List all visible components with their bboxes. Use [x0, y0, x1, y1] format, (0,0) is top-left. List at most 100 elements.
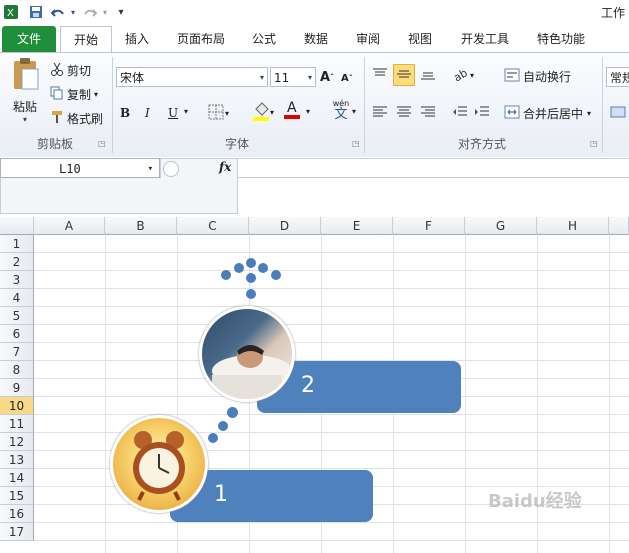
- tab-special[interactable]: 特色功能: [528, 26, 594, 52]
- font-color-dropdown-icon[interactable]: ▾: [306, 107, 310, 116]
- format-painter-button[interactable]: 格式刷: [50, 109, 103, 127]
- column-header[interactable]: C: [177, 217, 249, 235]
- save-icon[interactable]: [28, 3, 44, 21]
- row-header[interactable]: 1: [0, 235, 34, 253]
- underline-dropdown-icon[interactable]: ▾: [184, 107, 188, 116]
- connector-dot[interactable]: [208, 433, 218, 443]
- row-header[interactable]: 4: [0, 289, 34, 307]
- insert-function-icon[interactable]: fx: [219, 160, 231, 174]
- arrow-dot[interactable]: [271, 270, 281, 280]
- tab-data[interactable]: 数据: [294, 26, 338, 52]
- column-header[interactable]: A: [34, 217, 105, 235]
- grow-font-button[interactable]: Aˆ: [320, 67, 338, 87]
- row-header[interactable]: 9: [0, 379, 34, 397]
- redo-dropdown-icon[interactable]: ▾: [100, 3, 110, 21]
- grow-font-icon: A: [320, 69, 331, 85]
- italic-button[interactable]: I: [145, 103, 159, 123]
- row-header[interactable]: 17: [0, 523, 34, 541]
- paste-dropdown-icon: ▾: [22, 115, 27, 124]
- bold-button[interactable]: B: [120, 103, 136, 123]
- orientation-button[interactable]: ab ▾: [451, 65, 476, 85]
- row-header[interactable]: 3: [0, 271, 34, 289]
- phonetic-button[interactable]: wén 文: [328, 99, 354, 125]
- column-header[interactable]: H: [537, 217, 609, 235]
- column-header[interactable]: E: [321, 217, 393, 235]
- column-header[interactable]: [609, 217, 629, 235]
- number-format-select[interactable]: 常规: [606, 67, 629, 87]
- border-button[interactable]: ▾: [208, 103, 232, 123]
- align-right-button[interactable]: [420, 103, 438, 123]
- chevron-down-icon: ▾: [225, 108, 230, 118]
- align-right-icon: [420, 105, 436, 122]
- align-middle-button[interactable]: [393, 64, 415, 86]
- tab-view[interactable]: 视图: [398, 26, 442, 52]
- tab-review[interactable]: 审阅: [346, 26, 390, 52]
- row-header[interactable]: 8: [0, 361, 34, 379]
- column-header[interactable]: G: [465, 217, 537, 235]
- arrow-dot[interactable]: [234, 263, 244, 273]
- row-header[interactable]: 14: [0, 469, 34, 487]
- fill-color-button[interactable]: ▾: [252, 101, 276, 123]
- tab-page-layout[interactable]: 页面布局: [168, 26, 234, 52]
- font-launcher-icon[interactable]: ◳: [352, 139, 360, 148]
- row-header[interactable]: 16: [0, 505, 34, 523]
- accounting-format-button[interactable]: [610, 103, 628, 123]
- sleeping-person-image[interactable]: [199, 306, 295, 402]
- column-header[interactable]: B: [105, 217, 177, 235]
- row-header[interactable]: 12: [0, 433, 34, 451]
- merge-center-button[interactable]: 合并后居中 ▾: [504, 103, 591, 123]
- align-left-button[interactable]: [372, 103, 390, 123]
- redo-icon[interactable]: [82, 3, 98, 21]
- shrink-font-button[interactable]: Aˇ: [341, 69, 359, 87]
- alarm-clock-image[interactable]: [110, 415, 208, 513]
- select-all-corner[interactable]: [0, 217, 34, 235]
- arrow-dot[interactable]: [221, 270, 231, 280]
- column-header[interactable]: F: [393, 217, 465, 235]
- tab-insert[interactable]: 插入: [114, 26, 160, 52]
- tab-developer[interactable]: 开发工具: [452, 26, 518, 52]
- row-header[interactable]: 11: [0, 415, 34, 433]
- customize-icon[interactable]: ▾: [114, 3, 128, 21]
- wrap-text-button[interactable]: 自动换行: [504, 67, 571, 85]
- row-header[interactable]: 15: [0, 487, 34, 505]
- align-bottom-button[interactable]: [420, 65, 438, 85]
- alignment-launcher-icon[interactable]: ◳: [590, 139, 598, 148]
- resize-handle-icon[interactable]: [163, 161, 179, 177]
- row-header[interactable]: 13: [0, 451, 34, 469]
- font-name-select[interactable]: 宋体 ▾: [116, 67, 268, 87]
- undo-icon[interactable]: [50, 3, 66, 21]
- cut-button[interactable]: 剪切: [50, 61, 91, 79]
- undo-dropdown-icon[interactable]: ▾: [68, 3, 78, 21]
- connector-dot[interactable]: [218, 421, 228, 431]
- align-center-button[interactable]: [396, 103, 414, 123]
- phonetic-dropdown-icon[interactable]: ▾: [352, 107, 356, 116]
- connector-dot[interactable]: [227, 407, 238, 418]
- paste-button[interactable]: 粘贴 ▾: [6, 57, 44, 133]
- font-size-select[interactable]: 11 ▾: [270, 67, 316, 87]
- align-top-button[interactable]: [372, 65, 390, 85]
- row-header[interactable]: 6: [0, 325, 34, 343]
- tab-file[interactable]: 文件: [2, 26, 56, 52]
- row-header[interactable]: 7: [0, 343, 34, 361]
- row-header[interactable]: 2: [0, 253, 34, 271]
- name-box[interactable]: L10 ▾: [0, 158, 160, 178]
- clipboard-launcher-icon[interactable]: ◳: [98, 139, 106, 148]
- copy-button[interactable]: 复制 ▾: [50, 85, 98, 103]
- arrow-dot[interactable]: [258, 263, 268, 273]
- arrow-dot[interactable]: [246, 289, 256, 299]
- copy-label: 复制: [67, 87, 92, 102]
- row-header-active[interactable]: 10: [0, 397, 34, 415]
- excel-icon[interactable]: X: [2, 3, 20, 21]
- worksheet-grid[interactable]: A B C D E F G H 1 2 3 4 5 6 7 8 9 10 11 …: [0, 217, 629, 553]
- arrow-dot[interactable]: [246, 273, 256, 283]
- column-header[interactable]: D: [249, 217, 321, 235]
- underline-button[interactable]: U: [168, 103, 182, 123]
- tab-home[interactable]: 开始: [60, 26, 112, 53]
- formula-input[interactable]: [238, 158, 629, 178]
- decrease-indent-button[interactable]: [452, 103, 470, 123]
- row-header[interactable]: 5: [0, 307, 34, 325]
- tab-formulas[interactable]: 公式: [242, 26, 286, 52]
- arrow-dot[interactable]: [246, 258, 256, 268]
- gridline: [609, 235, 610, 553]
- increase-indent-button[interactable]: [474, 103, 492, 123]
